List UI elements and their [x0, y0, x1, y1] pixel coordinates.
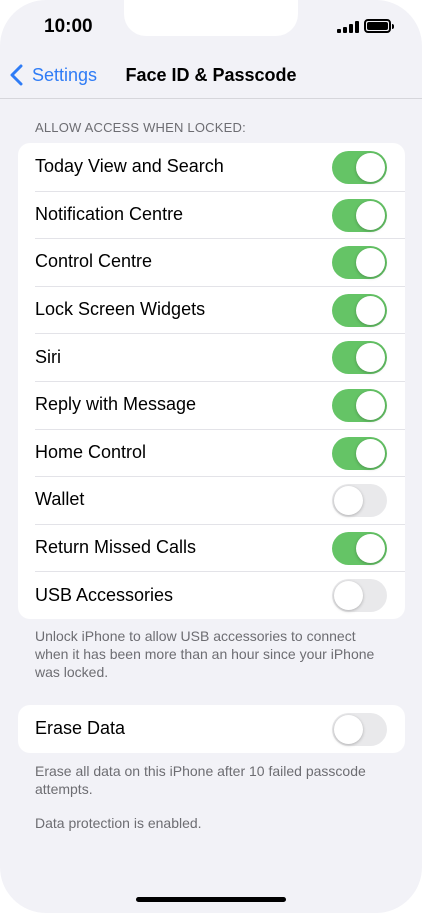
data-protection-note: Data protection is enabled. [35, 815, 202, 831]
home-indicator [136, 897, 286, 902]
toggle-switch[interactable] [332, 246, 387, 280]
row-label: Reply with Message [35, 394, 197, 415]
row-label: Erase Data [35, 718, 126, 739]
toggle-switch[interactable] [332, 531, 387, 565]
erase-data-toggle[interactable] [332, 713, 387, 746]
toggle-row: Lock Screen Widgets [18, 285, 405, 334]
toggle-row: Notification Centre [18, 190, 405, 239]
toggle-row: Control Centre [18, 238, 405, 286]
toggle-switch[interactable] [332, 293, 387, 327]
battery-icon [364, 19, 394, 33]
allow-access-group: Today View and Search Notification Centre… [18, 143, 405, 619]
row-label: Wallet [35, 489, 85, 510]
erase-data-row: Erase Data [18, 705, 405, 753]
toggle-switch[interactable] [332, 388, 387, 422]
toggle-row: Wallet [18, 476, 405, 524]
toggle-switch[interactable] [332, 151, 387, 184]
toggle-row: Home Control [18, 428, 405, 477]
toggle-switch[interactable] [332, 484, 387, 518]
row-label: USB Accessories [35, 584, 174, 605]
toggle-row: USB Accessories [18, 571, 405, 619]
row-label: Control Centre [35, 251, 153, 272]
usb-footer-note: Unlock iPhone to allow USB accessories t… [35, 628, 375, 680]
row-label: Lock Screen Widgets [35, 299, 206, 320]
row-label: Notification Centre [35, 203, 184, 224]
status-time: 10:00 [44, 16, 93, 37]
erase-data-group: Erase Data [18, 705, 405, 753]
erase-footer-note: Erase all data on this iPhone after 10 f… [35, 763, 366, 797]
toggle-row: Today View and Search [18, 143, 405, 191]
toggle-switch[interactable] [332, 579, 387, 613]
navigation-bar: Settings Face ID & Passcode [0, 48, 422, 99]
row-label: Today View and Search [35, 156, 224, 177]
toggle-switch[interactable] [332, 436, 387, 470]
toggle-row: Return Missed Calls [18, 523, 405, 572]
row-label: Home Control [35, 441, 147, 462]
section-header: ALLOW ACCESS WHEN LOCKED: [35, 120, 246, 135]
toggle-row: Reply with Message [18, 380, 405, 429]
row-label: Return Missed Calls [35, 537, 197, 558]
toggle-switch[interactable] [332, 341, 387, 375]
toggle-row: Siri [18, 333, 405, 381]
notch [124, 0, 298, 36]
toggle-switch[interactable] [332, 198, 387, 232]
phone-screen: 10:00 Settings Face ID & Passcode ALLOW … [0, 0, 422, 913]
row-label: Siri [35, 346, 61, 367]
page-title: Face ID & Passcode [125, 65, 297, 85]
cellular-signal-icon [337, 21, 359, 33]
